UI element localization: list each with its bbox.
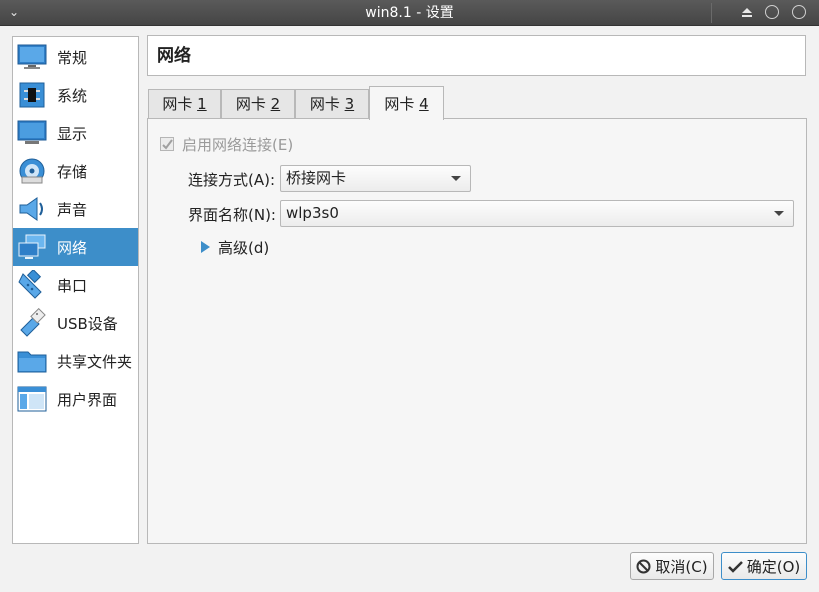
tab-adapter-1[interactable]: 网卡 1	[148, 89, 221, 119]
maximize-button[interactable]	[792, 5, 806, 19]
shade-window-icon[interactable]	[740, 5, 754, 19]
tab-mnemonic: 3	[344, 95, 355, 113]
tab-mnemonic: 1	[197, 95, 207, 113]
enable-network-adapter-checkbox[interactable]: 启用网络连接(E)	[160, 134, 293, 154]
network-icon	[16, 232, 48, 262]
general-icon	[16, 42, 48, 72]
sidebar-item-general[interactable]: 常规	[13, 38, 138, 76]
attached-to-select[interactable]: 桥接网卡	[280, 165, 471, 192]
attached-to-value: 桥接网卡	[286, 169, 347, 187]
minimize-button[interactable]	[765, 5, 779, 19]
chevron-down-icon	[451, 176, 461, 181]
ok-button[interactable]: 确定(O)	[721, 552, 807, 580]
settings-sidebar: 常规 系统 显示 存储 声音 网络 串口 USB设备 共享文件夹 用户界面	[12, 36, 139, 544]
tab-label: 网卡	[309, 95, 345, 113]
checkmark-icon	[727, 560, 743, 573]
tab-mnemonic: 4	[419, 95, 429, 113]
expand-triangle-icon	[201, 241, 210, 253]
enable-network-label: 启用网络连接(E)	[182, 135, 294, 154]
sidebar-item-label: 显示	[57, 124, 88, 143]
sidebar-item-serial-port[interactable]: 串口	[13, 266, 138, 304]
tab-label: 网卡	[162, 95, 198, 113]
tab-mnemonic: 2	[270, 95, 281, 113]
interface-name-select[interactable]: wlp3s0	[280, 200, 794, 227]
sidebar-item-label: 存储	[57, 162, 88, 181]
adapter-tabs: 网卡 1 网卡 2 网卡 3 网卡 4	[147, 86, 807, 120]
advanced-expander[interactable]: 高级(d)	[201, 237, 269, 257]
page-header: 网络	[147, 35, 806, 76]
advanced-label: 高级(d)	[218, 238, 270, 257]
user-interface-icon	[16, 384, 48, 414]
sidebar-item-usb[interactable]: USB设备	[13, 304, 138, 342]
chevron-down-icon	[774, 211, 784, 216]
sidebar-item-label: 常规	[57, 48, 88, 67]
sidebar-item-label: 用户界面	[57, 390, 118, 409]
cancel-label: 取消(C)	[655, 557, 708, 576]
audio-icon	[16, 194, 48, 224]
cancel-button[interactable]: 取消(C)	[630, 552, 714, 580]
title-bar[interactable]: ⌄ win8.1 - 设置	[0, 0, 819, 26]
checkmark-icon	[161, 138, 173, 150]
tab-label: 网卡	[384, 95, 420, 113]
titlebar-divider	[711, 3, 712, 23]
sidebar-item-label: 声音	[57, 200, 88, 219]
attached-to-label: 连接方式(A):	[188, 171, 276, 189]
cancel-icon	[636, 559, 651, 574]
sidebar-item-user-interface[interactable]: 用户界面	[13, 380, 138, 418]
sidebar-item-audio[interactable]: 声音	[13, 190, 138, 228]
system-icon	[16, 80, 48, 110]
usb-icon	[16, 308, 48, 338]
sidebar-item-system[interactable]: 系统	[13, 76, 138, 114]
tab-label: 网卡	[235, 95, 271, 113]
page-title: 网络	[157, 46, 191, 66]
sidebar-item-label: 串口	[57, 276, 88, 295]
sidebar-item-label: 共享文件夹	[57, 352, 133, 371]
storage-icon	[16, 156, 48, 186]
ok-label: 确定(O)	[746, 557, 801, 576]
shared-folder-icon	[16, 346, 48, 376]
interface-name-label: 界面名称(N):	[188, 206, 276, 224]
serial-port-icon	[16, 270, 48, 300]
interface-name-value: wlp3s0	[286, 204, 339, 222]
sidebar-item-label: 系统	[57, 86, 88, 105]
sidebar-item-shared-folders[interactable]: 共享文件夹	[13, 342, 138, 380]
tab-adapter-3[interactable]: 网卡 3	[295, 89, 369, 119]
sidebar-item-storage[interactable]: 存储	[13, 152, 138, 190]
checkbox-box[interactable]	[160, 137, 174, 151]
sidebar-item-label: USB设备	[57, 314, 118, 333]
sidebar-item-label: 网络	[57, 238, 88, 257]
sidebar-item-network[interactable]: 网络	[13, 228, 138, 266]
tab-adapter-4[interactable]: 网卡 4	[369, 86, 444, 120]
tab-adapter-2[interactable]: 网卡 2	[221, 89, 295, 119]
window-title: win8.1 - 设置	[365, 5, 454, 21]
display-icon	[16, 118, 48, 148]
sidebar-item-display[interactable]: 显示	[13, 114, 138, 152]
